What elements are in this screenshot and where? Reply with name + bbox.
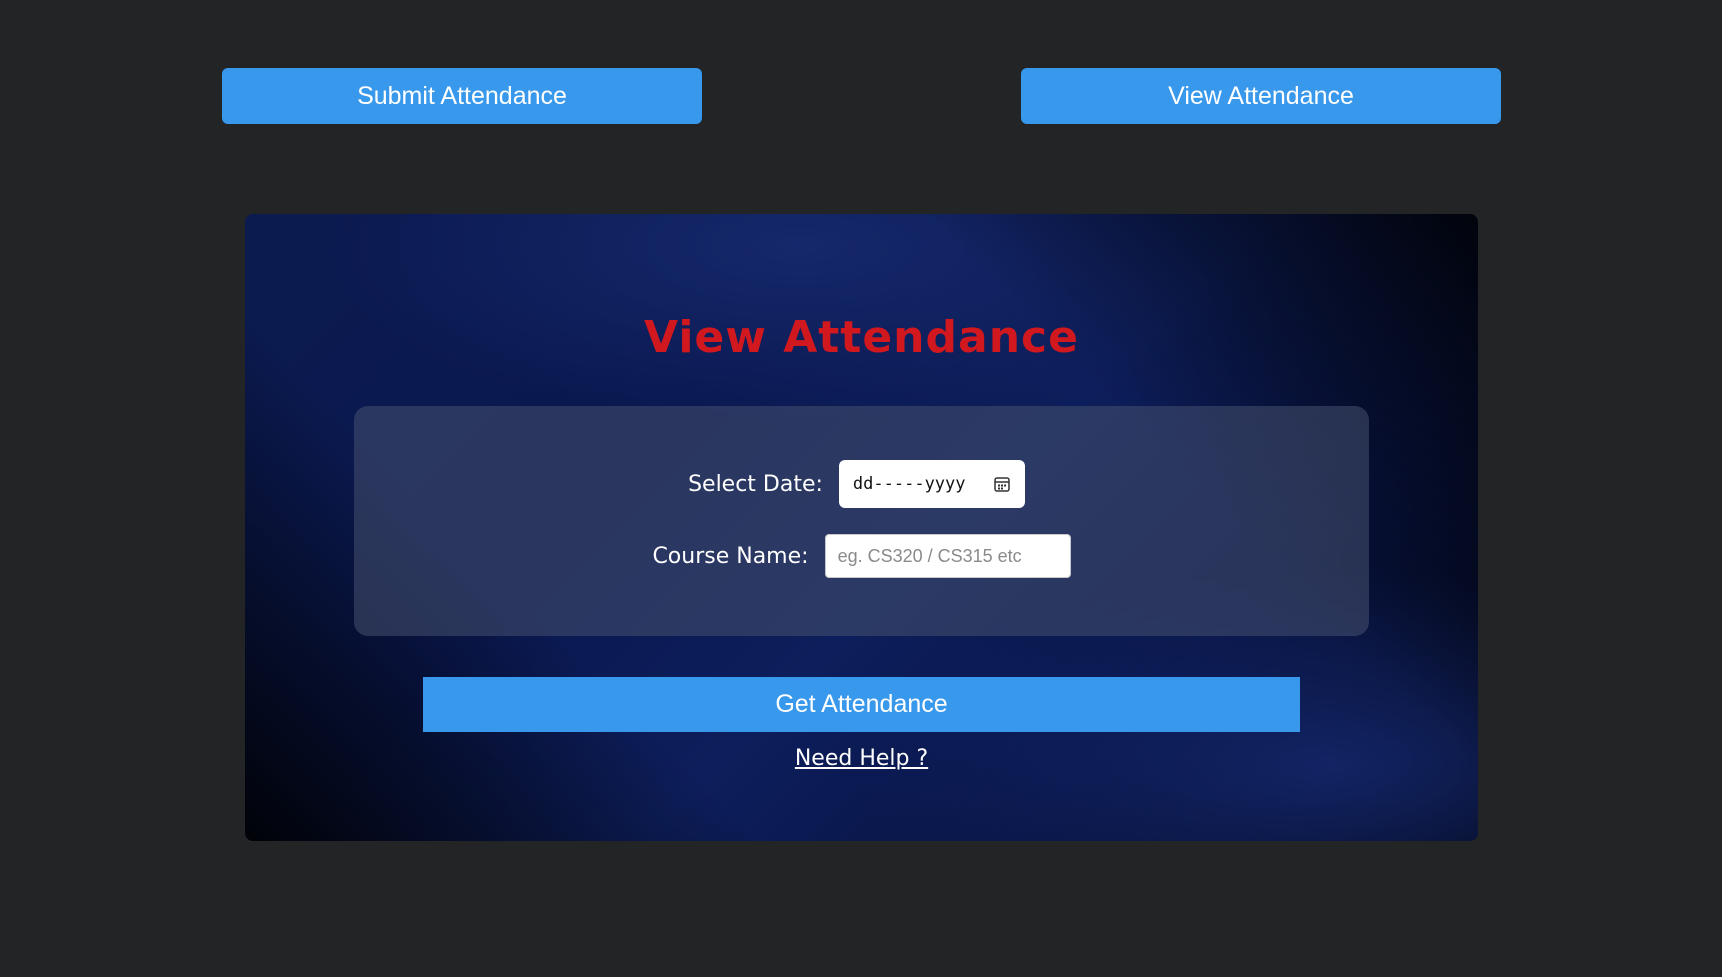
view-attendance-button[interactable]: View Attendance (1021, 68, 1501, 124)
calendar-icon[interactable] (993, 475, 1011, 493)
view-attendance-card: View Attendance Select Date: dd-----yyyy… (245, 214, 1478, 841)
get-attendance-button[interactable]: Get Attendance (423, 677, 1300, 732)
date-input-value: dd-----yyyy (852, 474, 966, 494)
course-name-label: Course Name: (652, 543, 809, 569)
need-help-link[interactable]: Need Help ? (245, 746, 1478, 771)
form-panel: Select Date: dd-----yyyy Course Name: (354, 406, 1369, 636)
date-label: Select Date: (688, 471, 823, 497)
card-title: View Attendance (644, 312, 1079, 363)
course-row: Course Name: (354, 534, 1369, 578)
course-name-input[interactable] (824, 534, 1071, 578)
date-row: Select Date: dd-----yyyy (354, 460, 1369, 508)
submit-attendance-button[interactable]: Submit Attendance (222, 68, 702, 124)
date-input[interactable]: dd-----yyyy (838, 460, 1025, 508)
